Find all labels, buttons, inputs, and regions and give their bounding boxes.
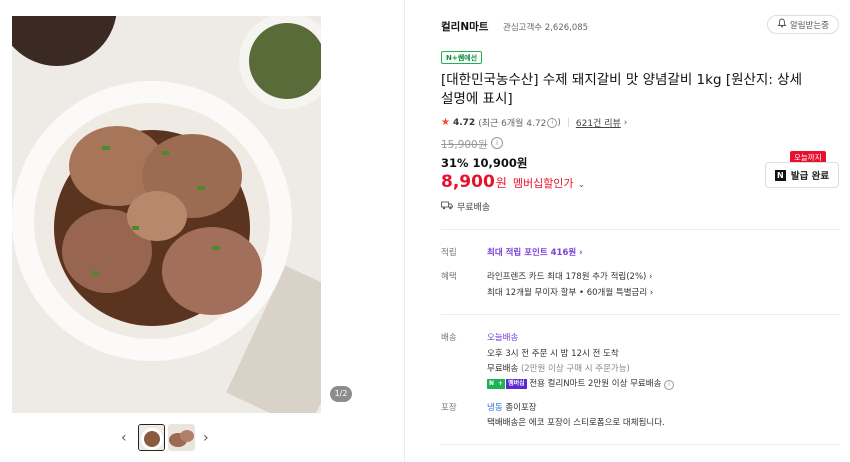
points-link[interactable]: 최대 적립 포인트 416원 › bbox=[487, 246, 583, 258]
info-icon[interactable]: i bbox=[664, 380, 675, 390]
points-label: 적립 bbox=[441, 248, 457, 258]
installment-link[interactable]: 최대 12개월 무이자 할부 • 60개월 특별금리 › bbox=[487, 286, 653, 298]
delivery-fee-label: 무료배송 bbox=[487, 364, 519, 374]
naver-plus-badge: N bbox=[487, 378, 497, 389]
membership-badge: 멤버십 bbox=[506, 378, 527, 389]
fresh-badge: N+쌤에선 bbox=[441, 51, 483, 64]
delivery-fee-note: (2만원 이상 구매 시 주문가능) bbox=[520, 364, 630, 374]
packaging-material: 종이포장 bbox=[505, 403, 537, 413]
card-benefit-text: 라인프렌즈 카드 최대 178원 추가 적립(2%) bbox=[487, 272, 647, 282]
sale-price: 10,900원 bbox=[472, 156, 528, 170]
membership-shipping: N + 멤버십 전용 컬리N마트 2만원 이상 무료배송 i bbox=[487, 377, 675, 390]
rating-recent: (최근 6개월 4.72 bbox=[478, 119, 547, 129]
installment-text: 최대 12개월 무이자 할부 • 60개월 특별금리 bbox=[487, 288, 648, 298]
delivery-type: 오늘배송 bbox=[487, 333, 519, 343]
coupon-issued-button[interactable]: N 발급 완료 bbox=[765, 162, 839, 188]
delivery-fee: 무료배송 (2만원 이상 구매 시 주문가능) bbox=[487, 362, 630, 374]
delivery-label: 배송 bbox=[441, 333, 457, 343]
member-price-label: 멤버십할인가 bbox=[512, 177, 574, 190]
thumbnail-2[interactable] bbox=[168, 424, 195, 451]
thumbnail-prev-button[interactable]: ‹ bbox=[121, 431, 127, 445]
thumbnail-1[interactable] bbox=[138, 424, 165, 451]
member-price-row[interactable]: 8,900 원 멤버십할인가 ⌄ bbox=[441, 172, 585, 192]
benefit-label: 혜택 bbox=[441, 272, 457, 282]
chevron-down-icon: ⌄ bbox=[577, 180, 586, 190]
membership-shipping-text: 전용 컬리N마트 2만원 이상 무료배송 bbox=[529, 379, 662, 389]
truck-icon bbox=[441, 201, 453, 213]
chevron-right-icon: › bbox=[623, 117, 628, 128]
column-divider bbox=[404, 0, 405, 462]
rating-recent-close: ) bbox=[557, 117, 561, 128]
star-icon: ★ bbox=[441, 117, 450, 128]
price-info-icon[interactable]: i bbox=[491, 137, 503, 149]
packaging-note: 택배배송은 에코 포장이 스티로폼으로 대체됩니다. bbox=[487, 418, 665, 428]
sale-price-row: 31% 10,900원 bbox=[441, 155, 528, 171]
thumbnail-next-button[interactable]: › bbox=[203, 431, 209, 445]
naver-plus-badge-plus: + bbox=[496, 378, 506, 389]
rating-score: 4.72 bbox=[452, 117, 476, 128]
card-benefit-link[interactable]: 라인프렌즈 카드 최대 178원 추가 적립(2%) › bbox=[487, 270, 652, 282]
free-shipping-row: 무료배송 bbox=[441, 200, 490, 213]
rating-row: ★ 4.72 (최근 6개월 4.72 i ) | 621건 리뷰 › bbox=[441, 116, 627, 129]
review-count-link[interactable]: 621건 리뷰 bbox=[576, 116, 621, 129]
section-divider bbox=[441, 314, 840, 315]
info-icon[interactable]: i bbox=[547, 117, 558, 128]
notify-label: 알림받는중 bbox=[789, 20, 830, 31]
discount-rate: 31% bbox=[441, 156, 469, 170]
product-title: [대한민국농수산] 수제 돼지갈비 맛 양념갈비 1kg [원산지: 상세설명에… bbox=[441, 72, 803, 107]
product-main-image[interactable] bbox=[12, 16, 321, 413]
store-name[interactable]: 컬리N마트 bbox=[441, 19, 488, 34]
divider: | bbox=[566, 117, 570, 128]
coupon-label: 발급 완료 bbox=[790, 171, 830, 182]
section-divider bbox=[441, 444, 840, 445]
original-price: 15,900원 bbox=[441, 139, 488, 151]
packaging-label: 포장 bbox=[441, 403, 457, 413]
member-price: 8,900 bbox=[441, 172, 495, 192]
delivery-eta: 오후 3시 전 주문 시 밤 12시 전 도착 bbox=[487, 349, 619, 359]
image-counter: 1/2 bbox=[330, 386, 352, 402]
bell-icon bbox=[777, 18, 787, 31]
notify-button[interactable]: 알림받는중 bbox=[767, 15, 839, 34]
member-price-unit: 원 bbox=[495, 176, 507, 190]
free-shipping-label: 무료배송 bbox=[457, 203, 491, 213]
packaging-type: 냉동 종이포장 bbox=[487, 401, 537, 413]
section-divider bbox=[441, 229, 840, 230]
packaging-temp: 냉동 bbox=[487, 403, 503, 413]
points-value: 최대 적립 포인트 416원 bbox=[487, 248, 577, 258]
naver-logo-icon: N bbox=[774, 169, 786, 181]
store-fans-count: 관심고객수 2,626,085 bbox=[503, 23, 589, 33]
